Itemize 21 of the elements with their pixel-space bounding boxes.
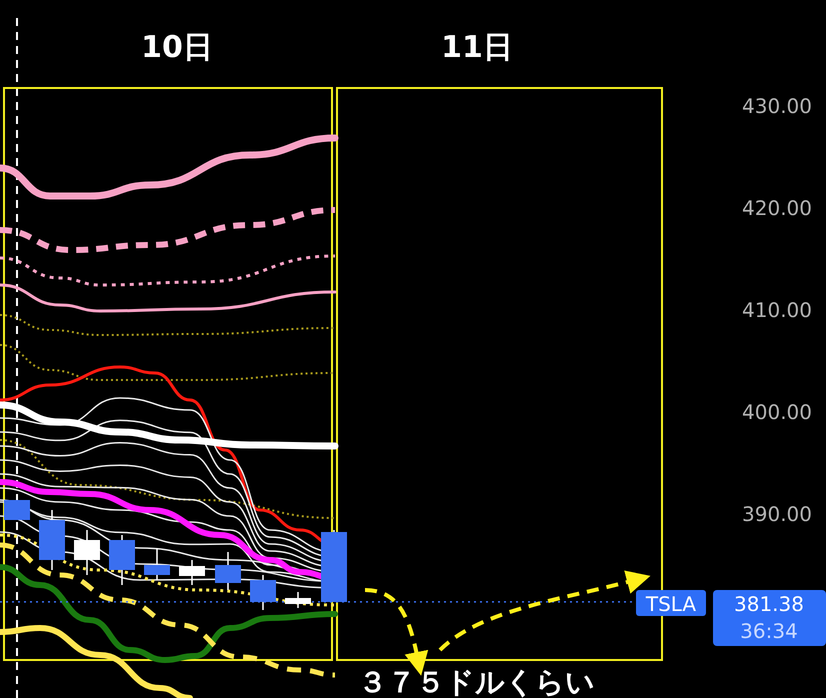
price-axis-label: 390.00 xyxy=(742,502,812,526)
annotation-text: ３７５ドルくらい xyxy=(358,665,595,698)
candlestick xyxy=(109,535,135,585)
candlestick xyxy=(215,552,241,590)
candlestick xyxy=(321,530,347,602)
candlestick xyxy=(250,575,276,610)
candlestick xyxy=(144,548,170,580)
candlestick xyxy=(179,560,205,585)
countdown-timer: 36:34 xyxy=(740,619,798,643)
price-axis-label: 410.00 xyxy=(742,298,812,322)
price-axis-label: 400.00 xyxy=(742,400,812,424)
candlestick xyxy=(285,592,311,608)
candlestick xyxy=(74,530,100,575)
ticker-badge: TSLA xyxy=(636,590,706,616)
day-label: 10日 xyxy=(141,30,213,65)
price-axis-label: 430.00 xyxy=(742,94,812,118)
day-label: 11日 xyxy=(441,30,513,65)
candlestick xyxy=(39,510,65,570)
current-price: 381.38 xyxy=(734,592,804,616)
candlestick xyxy=(4,500,30,520)
price-axis-label: 420.00 xyxy=(742,196,812,220)
